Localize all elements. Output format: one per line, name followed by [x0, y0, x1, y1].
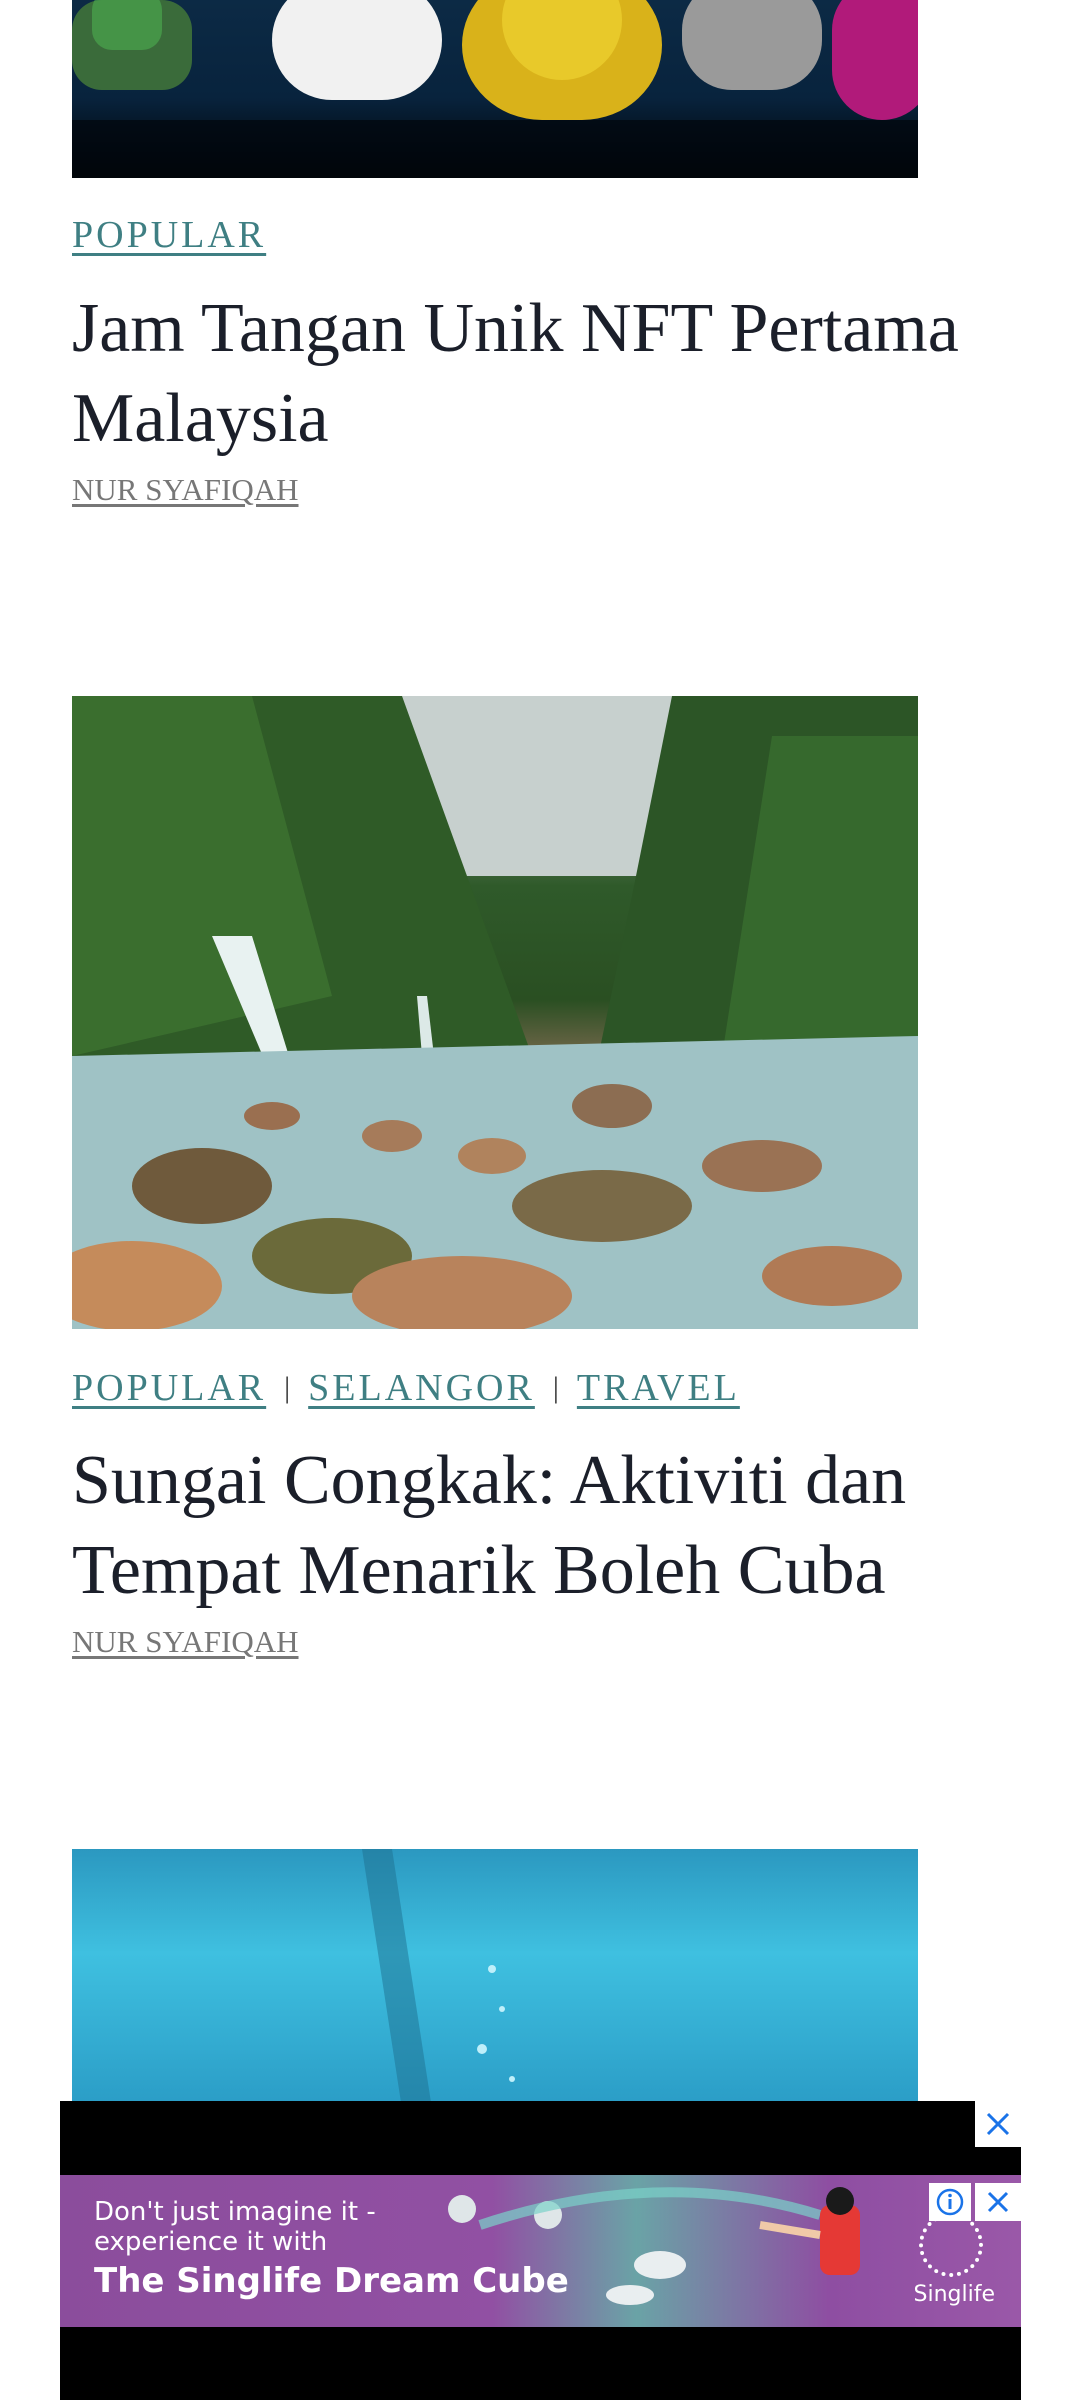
article-2-categories: POPULAR | SELANGOR | TRAVEL	[72, 1366, 740, 1410]
close-icon	[987, 2191, 1009, 2213]
article-1-author[interactable]: NUR SYAFIQAH	[72, 472, 299, 508]
ad-decor	[448, 2187, 860, 2305]
underwater-image	[362, 1849, 515, 2109]
article-1-title[interactable]: Jam Tangan Unik NFT Pertama Malaysia	[72, 284, 1032, 464]
ad-banner: Don't just imagine it - experience it wi…	[60, 2101, 1021, 2400]
category-link-selangor[interactable]: SELANGOR	[308, 1366, 535, 1410]
close-icon	[986, 2112, 1010, 2136]
ad-info-button[interactable]	[929, 2183, 971, 2221]
article-1-categories: POPULAR	[72, 213, 266, 257]
category-separator: |	[552, 1371, 559, 1404]
article-thumbnail-underwater[interactable]	[72, 1849, 918, 2109]
article-thumbnail-river[interactable]	[72, 696, 918, 1329]
watches-image	[72, 0, 918, 178]
info-icon	[936, 2188, 964, 2216]
category-link-travel[interactable]: TRAVEL	[577, 1366, 740, 1410]
ad-brand: Singlife	[913, 2282, 996, 2307]
category-separator: |	[284, 1371, 291, 1404]
ad-dismiss-button[interactable]	[975, 2183, 1021, 2221]
category-link-popular[interactable]: POPULAR	[72, 213, 266, 257]
article-2-title[interactable]: Sungai Congkak: Aktiviti dan Tempat Mena…	[72, 1436, 1032, 1616]
article-thumbnail-watches[interactable]	[72, 0, 918, 178]
river-image	[72, 696, 918, 1329]
ad-close-button[interactable]	[975, 2101, 1021, 2147]
category-link-popular[interactable]: POPULAR	[72, 1366, 266, 1410]
ad-creative[interactable]: Don't just imagine it - experience it wi…	[60, 2175, 1021, 2327]
article-2-author[interactable]: NUR SYAFIQAH	[72, 1624, 299, 1660]
singlife-logo-icon	[919, 2213, 983, 2277]
